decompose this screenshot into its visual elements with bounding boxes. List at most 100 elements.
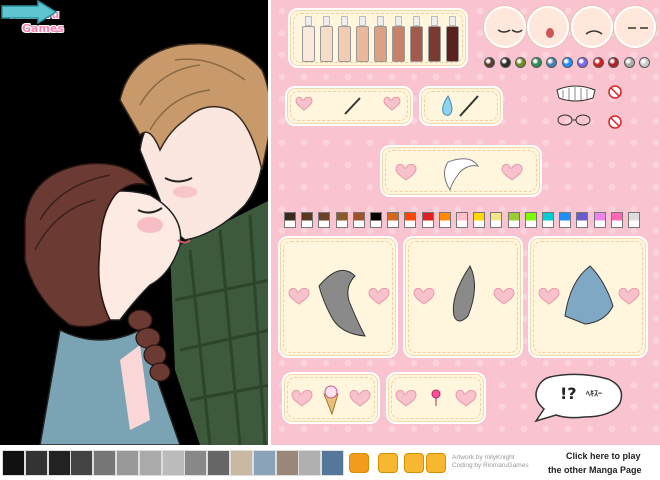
- hair-color-swatch-17[interactable]: [559, 212, 572, 228]
- eye-color-gem-4[interactable]: [530, 57, 542, 68]
- background-thumbnail-1[interactable]: [2, 450, 25, 476]
- foundation-bottle-8[interactable]: [428, 16, 441, 62]
- acc1-next-heart-icon[interactable]: [349, 389, 371, 407]
- eye-color-gem-5[interactable]: [546, 57, 557, 68]
- pink-charm-icon[interactable]: [431, 389, 441, 406]
- pencil-icon[interactable]: [344, 97, 361, 115]
- eye-color-gem-10[interactable]: [623, 57, 635, 68]
- other-manga-link[interactable]: the other Manga Page: [548, 465, 642, 475]
- background-thumbnail-3[interactable]: [47, 450, 71, 476]
- teeth-icon[interactable]: [556, 85, 596, 102]
- hair-color-swatch-10[interactable]: [438, 212, 451, 228]
- hair-color-swatch-9[interactable]: [421, 212, 434, 228]
- foundation-bottle-3[interactable]: [338, 16, 351, 62]
- remove-glasses-icon[interactable]: [608, 115, 622, 129]
- facebook-button[interactable]: [426, 453, 446, 473]
- hair-color-swatch-18[interactable]: [576, 212, 589, 228]
- foundation-bottle-4[interactable]: [356, 16, 369, 62]
- foundation-bottle-2[interactable]: [320, 16, 333, 62]
- bangs-next-heart-icon[interactable]: [501, 163, 523, 181]
- glasses-icon[interactable]: [557, 114, 591, 126]
- face-option-2[interactable]: [527, 6, 569, 48]
- background-thumbnail-10[interactable]: [207, 450, 231, 476]
- hair-back-next-heart-icon[interactable]: [368, 287, 390, 305]
- next-arrow-button[interactable]: [0, 0, 58, 24]
- bottle-body: [338, 26, 351, 62]
- hair-side-prev-heart-icon[interactable]: [413, 287, 435, 305]
- hair-back-prev-heart-icon[interactable]: [288, 287, 310, 305]
- hair-color-swatch-13[interactable]: [490, 212, 503, 228]
- reset-button[interactable]: [404, 453, 424, 473]
- background-thumbnail-14[interactable]: [298, 450, 322, 476]
- background-thumbnail-12[interactable]: [252, 450, 276, 476]
- hair-color-swatch-8[interactable]: [404, 212, 417, 228]
- background-thumbnail-8[interactable]: [161, 450, 185, 476]
- eye-color-gem-9[interactable]: [608, 57, 619, 68]
- eye-color-gem-7[interactable]: [577, 57, 588, 68]
- foundation-bottle-5[interactable]: [374, 16, 387, 62]
- hair-color-swatch-20[interactable]: [610, 212, 623, 228]
- hair-color-swatch-6[interactable]: [370, 212, 382, 228]
- hair-color-swatch-1[interactable]: [284, 212, 296, 228]
- clothing-row: [538, 265, 640, 325]
- face-option-4[interactable]: [614, 6, 656, 48]
- background-thumbnail-7[interactable]: [138, 450, 162, 476]
- acc2-next-heart-icon[interactable]: [455, 389, 477, 407]
- hair-color-swatch-3[interactable]: [318, 212, 331, 228]
- hair-color-swatch-11[interactable]: [456, 212, 468, 228]
- heart-right-icon[interactable]: [383, 96, 401, 111]
- bangs-prev-heart-icon[interactable]: [395, 163, 417, 181]
- foundation-bottle-9[interactable]: [446, 16, 459, 62]
- background-thumbnail-15[interactable]: [321, 450, 345, 476]
- hair-color-swatch-19[interactable]: [593, 212, 606, 228]
- foundation-bottle-6[interactable]: [392, 16, 405, 62]
- bottle-body: [392, 26, 405, 62]
- acc2-prev-heart-icon[interactable]: [395, 389, 417, 407]
- camera-button[interactable]: [349, 453, 369, 473]
- click-here-link[interactable]: Click here to play: [566, 451, 641, 461]
- bangs-row: [395, 158, 523, 192]
- hair-color-swatch-5[interactable]: [352, 212, 365, 228]
- hair-color-swatch-2[interactable]: [301, 212, 314, 228]
- eye-color-gem-8[interactable]: [592, 57, 604, 68]
- hair-color-swatch-12[interactable]: [473, 212, 486, 228]
- hair-side-option-icon[interactable]: [452, 265, 475, 322]
- background-thumbnail-9[interactable]: [184, 450, 208, 476]
- background-thumbnail-11[interactable]: [230, 450, 253, 476]
- hair-side-next-heart-icon[interactable]: [493, 287, 515, 305]
- eye-color-gem-6[interactable]: [561, 57, 573, 68]
- heart-left-icon[interactable]: [295, 96, 313, 111]
- background-thumbnail-2[interactable]: [24, 450, 48, 476]
- eye-color-gem-11[interactable]: [639, 57, 650, 68]
- tears-icon[interactable]: [430, 92, 490, 120]
- remove-teeth-icon[interactable]: [608, 85, 622, 99]
- speech-bubble-button[interactable]: [530, 373, 626, 423]
- hair-color-swatch-16[interactable]: [542, 212, 554, 228]
- hair-color-swatch-7[interactable]: [387, 212, 400, 228]
- background-thumbnail-4[interactable]: [70, 450, 94, 476]
- pencil-tool-button[interactable]: [378, 453, 398, 473]
- hair-color-swatch-21[interactable]: [628, 212, 640, 228]
- bangs-option-icon[interactable]: [444, 158, 480, 192]
- eye-color-gem-1[interactable]: [484, 57, 495, 68]
- eye-color-gem-3[interactable]: [515, 57, 526, 68]
- face-option-3[interactable]: [571, 6, 613, 48]
- shirt-option-icon[interactable]: [564, 265, 614, 325]
- background-thumbnail-13[interactable]: [275, 450, 299, 476]
- foundation-bottle-1[interactable]: [302, 16, 315, 62]
- background-thumbnail-6[interactable]: [116, 450, 139, 476]
- clothing-next-heart-icon[interactable]: [618, 287, 640, 305]
- hairstyle-side-row: [413, 265, 515, 322]
- hair-color-swatch-15[interactable]: [524, 212, 537, 228]
- face-option-1[interactable]: [484, 6, 526, 48]
- background-thumbnail-5[interactable]: [93, 450, 117, 476]
- open-mouth-icon: [546, 28, 554, 38]
- clothing-prev-heart-icon[interactable]: [538, 287, 560, 305]
- foundation-bottle-7[interactable]: [410, 16, 423, 62]
- acc1-prev-heart-icon[interactable]: [291, 389, 313, 407]
- hair-back-option-icon[interactable]: [318, 269, 366, 337]
- ice-cream-icon[interactable]: [323, 385, 339, 416]
- hair-color-swatch-14[interactable]: [507, 212, 520, 228]
- hair-color-swatch-4[interactable]: [335, 212, 348, 228]
- eye-color-gem-2[interactable]: [499, 57, 511, 68]
